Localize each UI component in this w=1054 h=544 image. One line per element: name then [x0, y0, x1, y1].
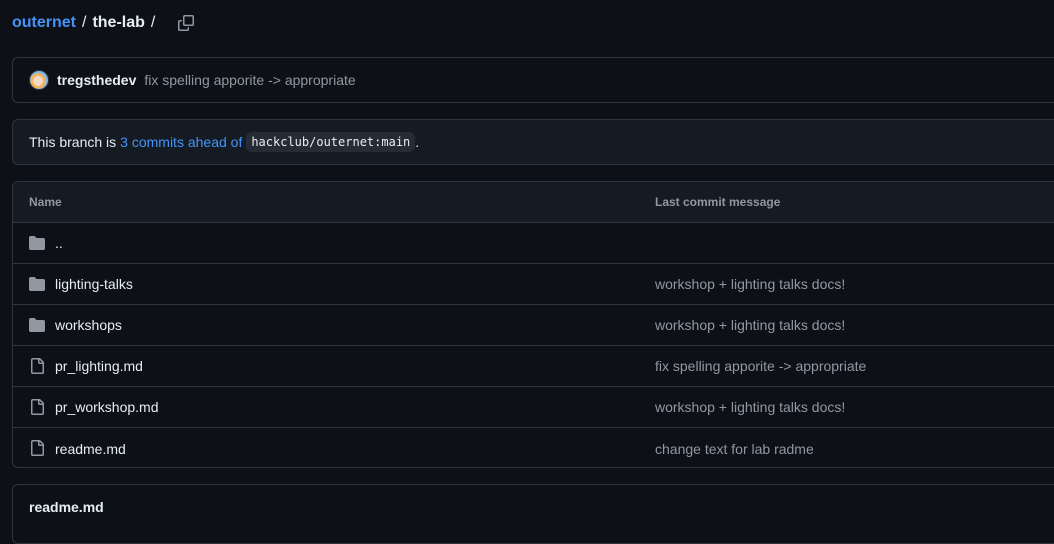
row-commit-message[interactable]: workshop + lighting talks docs! — [655, 399, 845, 415]
column-header-last-commit: Last commit message — [655, 195, 781, 209]
file-name-link[interactable]: lighting-talks — [55, 276, 133, 292]
column-header-name: Name — [29, 195, 62, 209]
folder-icon — [29, 277, 45, 291]
table-row[interactable]: workshops workshop + lighting talks docs… — [13, 305, 1054, 346]
branch-status-prefix: This branch is — [29, 134, 117, 150]
file-icon — [31, 358, 44, 374]
row-commit-message[interactable]: fix spelling apporite -> appropriate — [655, 358, 866, 374]
copy-icon — [178, 15, 195, 31]
file-table: Name Last commit message .. lighting-tal… — [12, 181, 1054, 468]
avatar[interactable] — [29, 70, 49, 90]
table-row[interactable]: lighting-talks workshop + lighting talks… — [13, 264, 1054, 305]
parent-directory-link[interactable]: .. — [55, 235, 63, 251]
folder-icon — [29, 318, 45, 332]
row-commit-message[interactable]: workshop + lighting talks docs! — [655, 317, 845, 333]
readme-panel: readme.md — [12, 484, 1054, 544]
readme-title: readme.md — [29, 499, 104, 515]
file-name-link[interactable]: readme.md — [55, 441, 126, 457]
copy-path-button[interactable] — [175, 12, 197, 34]
row-commit-message[interactable]: workshop + lighting talks docs! — [655, 276, 845, 292]
breadcrumb-separator: / — [150, 14, 156, 31]
branch-status-suffix: . — [415, 134, 420, 150]
breadcrumb-separator: / — [82, 14, 87, 31]
file-name-link[interactable]: pr_lighting.md — [55, 358, 143, 374]
row-commit-message[interactable]: change text for lab radme — [655, 441, 814, 457]
commits-ahead-link[interactable]: 3 commits ahead of — [120, 134, 242, 150]
upstream-ref: hackclub/outernet:main — [246, 132, 416, 152]
file-name-link[interactable]: pr_workshop.md — [55, 399, 159, 415]
breadcrumb-repo-link[interactable]: outernet — [12, 14, 76, 32]
latest-commit-bar: tregsthedev fix spelling apporite -> app… — [12, 57, 1054, 103]
table-row[interactable]: .. — [13, 223, 1054, 264]
file-table-header: Name Last commit message — [13, 182, 1054, 223]
branch-status-banner: This branch is 3 commits ahead of hackcl… — [12, 119, 1054, 165]
table-row[interactable]: pr_lighting.md fix spelling apporite -> … — [13, 346, 1054, 387]
table-row[interactable]: pr_workshop.md workshop + lighting talks… — [13, 387, 1054, 428]
file-name-link[interactable]: workshops — [55, 317, 122, 333]
breadcrumb: outernet / the-lab / — [12, 11, 197, 35]
table-row[interactable]: readme.md change text for lab radme — [13, 428, 1054, 467]
commit-author-link[interactable]: tregsthedev — [57, 72, 136, 88]
breadcrumb-current-folder: the-lab — [92, 14, 145, 31]
folder-icon — [29, 236, 45, 250]
file-icon — [31, 399, 44, 415]
commit-message-link[interactable]: fix spelling apporite -> appropriate — [144, 72, 355, 88]
file-icon — [31, 440, 44, 456]
